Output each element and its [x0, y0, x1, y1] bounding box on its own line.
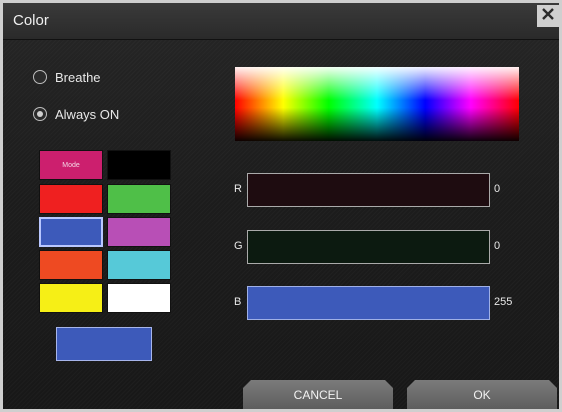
- slider-g-value: 0: [494, 240, 501, 252]
- swatch-blue[interactable]: [39, 217, 103, 247]
- swatch-orange[interactable]: [39, 250, 103, 280]
- ok-button[interactable]: OK: [407, 380, 557, 410]
- red-slider[interactable]: [247, 173, 490, 207]
- slider-g-label: G: [234, 240, 243, 252]
- radio-breathe[interactable]: Breathe: [33, 67, 101, 87]
- slider-r-value: 0: [494, 183, 501, 195]
- cancel-button[interactable]: CANCEL: [243, 380, 393, 410]
- dialog-title: Color: [13, 12, 49, 29]
- swatch-white[interactable]: [107, 283, 171, 313]
- radio-breathe-circle[interactable]: [33, 70, 47, 84]
- swatch-black[interactable]: [107, 150, 171, 180]
- slider-b-value: 255: [494, 296, 513, 308]
- slider-r-label: R: [234, 183, 242, 195]
- radio-breathe-label: Breathe: [55, 69, 101, 85]
- swatch-purple[interactable]: [107, 217, 171, 247]
- swatch-cyan[interactable]: [107, 250, 171, 280]
- close-icon: [540, 6, 556, 27]
- swatch-mode[interactable]: Mode: [39, 150, 103, 180]
- title-bar: Color: [3, 3, 559, 40]
- swatch-red[interactable]: [39, 184, 103, 214]
- swatch-yellow[interactable]: [39, 283, 103, 313]
- close-button[interactable]: [537, 5, 559, 27]
- green-slider[interactable]: [247, 230, 490, 264]
- radio-always-on-label: Always ON: [55, 106, 120, 122]
- swatch-green[interactable]: [107, 184, 171, 214]
- color-spectrum-picker[interactable]: [235, 67, 519, 141]
- selected-color-preview: [56, 327, 152, 361]
- color-dialog: Color Breathe Always ON Mode R 0 G 0 B 2: [0, 0, 562, 412]
- swatch-mode-label: Mode: [62, 161, 80, 169]
- blue-slider[interactable]: [247, 286, 490, 320]
- radio-always-on-circle[interactable]: [33, 107, 47, 121]
- slider-b-label: B: [234, 296, 242, 308]
- radio-always-on[interactable]: Always ON: [33, 104, 119, 124]
